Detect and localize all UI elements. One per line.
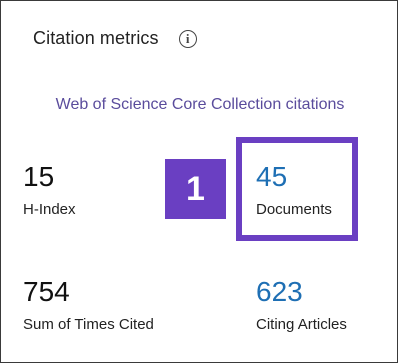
card-title: Citation metrics (33, 28, 159, 48)
sum-times-cited-value: 754 (23, 276, 70, 307)
step-badge: 1 (165, 159, 226, 219)
info-icon[interactable]: i (178, 29, 197, 48)
highlight-box (236, 137, 358, 241)
h-index-label: H-Index (23, 201, 76, 218)
h-index-value: 15 (23, 161, 55, 192)
sum-times-cited-label: Sum of Times Cited (23, 316, 154, 333)
citing-articles-label: Citing Articles (256, 316, 347, 333)
citing-articles-value[interactable]: 623 (256, 278, 347, 306)
card-header: Citation metrics i (33, 28, 197, 49)
sum-times-cited-metric: 754 Sum of Times Cited (23, 276, 154, 334)
collection-label: Web of Science Core Collection citations (55, 96, 345, 113)
h-index-metric: 15 H-Index (23, 161, 76, 219)
citing-articles-metric[interactable]: 623 Citing Articles (256, 278, 347, 334)
